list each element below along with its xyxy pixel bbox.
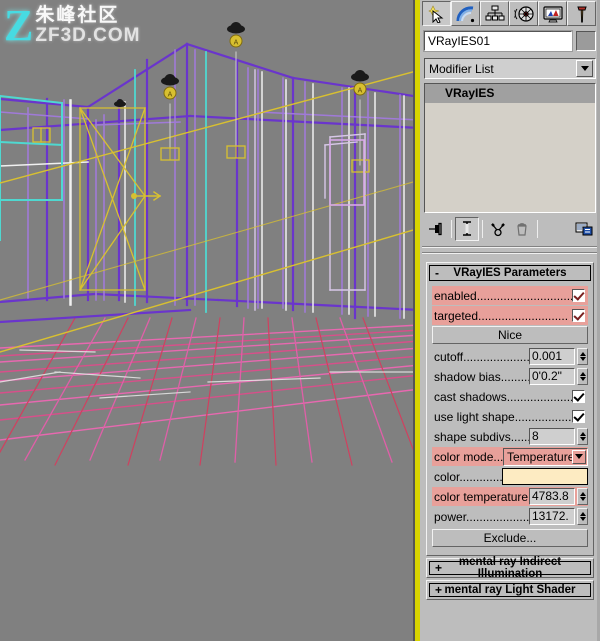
rollout-header-mr-light-shader[interactable]: + mental ray Light Shader xyxy=(429,583,591,597)
rollout-header-mr-indirect[interactable]: + mental ray Indirect Illumination xyxy=(429,556,591,580)
input-power[interactable]: 13172. xyxy=(529,508,575,525)
color-mode-value: Temperature xyxy=(507,449,572,464)
color-mode-arrow[interactable] xyxy=(572,449,586,464)
input-color-temperature[interactable]: 4783.8 xyxy=(529,488,575,505)
command-panel-tabs xyxy=(422,1,598,27)
rollout-toggle-icon-mr-indirect: + xyxy=(435,561,443,575)
motion-wheel-icon xyxy=(513,5,534,22)
rollout-mental-ray-light-shader: + mental ray Light Shader xyxy=(426,580,594,600)
panel-divider-2 xyxy=(422,252,598,254)
rollout-title-text: VRayIES Parameters xyxy=(453,267,567,279)
row-shape-subdivs: shape subdivs........ 8 xyxy=(432,427,588,446)
toolbar-separator-3 xyxy=(537,220,538,238)
row-use-light-shape: use light shape................. xyxy=(432,407,588,426)
checkbox-cast-shadows[interactable] xyxy=(572,390,585,403)
remove-modifier-button[interactable] xyxy=(510,217,534,241)
label-cast-shadows: cast shadows.................... xyxy=(434,389,572,404)
input-shadow-bias[interactable]: 0'0.2" xyxy=(529,368,575,385)
spinner-shape-subdivs[interactable] xyxy=(577,428,588,445)
row-power: power......................... 13172. xyxy=(432,507,588,526)
rollout-toggle-icon: - xyxy=(435,266,439,280)
rollout-toggle-icon-mr-light-shader: + xyxy=(435,583,443,597)
label-shadow-bias: shadow bias.......... xyxy=(434,369,529,384)
label-color-mode: color mode.... xyxy=(434,449,503,464)
show-end-result-icon xyxy=(463,221,471,236)
rollout-mental-ray-indirect-illumination: + mental ray Indirect Illumination xyxy=(426,556,594,580)
label-color-temperature: color temperature.... xyxy=(434,489,529,504)
trash-icon xyxy=(517,222,527,236)
modifier-stack-toolbar xyxy=(424,216,596,242)
exclude-button[interactable]: Exclude... xyxy=(432,529,588,547)
rollout-header-vrayies-parameters[interactable]: - VRayIES Parameters xyxy=(429,265,591,281)
tab-hierarchy[interactable] xyxy=(480,1,509,26)
object-color-swatch[interactable] xyxy=(576,31,596,51)
hammer-icon xyxy=(576,6,587,22)
spinner-color-temperature[interactable] xyxy=(577,488,588,505)
tab-motion[interactable] xyxy=(509,1,538,26)
row-enabled: enabled............................. xyxy=(432,286,588,305)
row-color-mode: color mode.... Temperature xyxy=(432,447,588,466)
dropdown-color-mode[interactable]: Temperature xyxy=(503,447,588,466)
perspective-viewport[interactable]: A A A Z 朱峰社区 ZF3D.COM xyxy=(0,0,420,641)
panel-divider-1 xyxy=(422,246,598,248)
rollout-title-mr-light-shader: mental ray Light Shader xyxy=(444,584,576,596)
make-unique-button[interactable] xyxy=(486,217,510,241)
tab-display[interactable] xyxy=(538,1,567,26)
hierarchy-tree-icon xyxy=(485,5,504,20)
configure-modifier-sets-button[interactable] xyxy=(572,217,596,241)
pin-icon xyxy=(429,222,442,236)
row-cutoff: cutoff.................... 0.001 xyxy=(432,347,588,366)
row-cast-shadows: cast shadows.................... xyxy=(432,387,588,406)
color-swatch[interactable] xyxy=(502,468,588,485)
svg-text:A: A xyxy=(234,40,239,47)
arrow-star-icon xyxy=(427,4,443,23)
object-name-input[interactable]: VRayIES01 xyxy=(423,30,573,52)
checkbox-use-light-shape[interactable] xyxy=(572,410,585,423)
checkbox-enabled[interactable] xyxy=(572,289,585,302)
viewport-wireframe: A A A xyxy=(0,22,420,466)
row-color-temperature: color temperature.... 4783.8 xyxy=(432,487,588,506)
spinner-cutoff[interactable] xyxy=(577,348,588,365)
label-targeted: targeted........................... xyxy=(434,308,569,323)
tab-create[interactable] xyxy=(422,1,451,26)
spinner-shadow-bias[interactable] xyxy=(577,368,588,385)
pin-stack-button[interactable] xyxy=(424,217,448,241)
config-sets-icon xyxy=(575,222,593,236)
label-use-light-shape: use light shape................. xyxy=(434,409,572,424)
label-color: color................. xyxy=(434,469,502,484)
rainbow-arc-icon xyxy=(455,5,474,22)
label-cutoff: cutoff.................... xyxy=(434,349,529,364)
monitor-icon xyxy=(542,5,563,22)
rollout-title-mr-indirect: mental ray Indirect Illumination xyxy=(458,556,562,580)
row-color: color................. xyxy=(432,467,588,486)
rollout-body-vrayies-parameters: enabled............................. tar… xyxy=(427,283,593,555)
toolbar-separator-1 xyxy=(451,220,452,238)
checkbox-targeted[interactable] xyxy=(572,309,585,322)
ies-file-button[interactable]: Nice xyxy=(432,326,588,344)
label-shape-subdivs: shape subdivs........ xyxy=(434,429,529,444)
rollout-vrayies-parameters: - VRayIES Parameters enabled............… xyxy=(426,262,594,556)
object-name-row: VRayIES01 xyxy=(423,30,596,52)
modifier-list-arrow[interactable] xyxy=(576,60,593,77)
row-shadow-bias: shadow bias.......... 0'0.2" xyxy=(432,367,588,386)
input-cutoff[interactable]: 0.001 xyxy=(529,348,575,365)
modifier-list-dropdown[interactable]: Modifier List xyxy=(424,58,596,79)
svg-text:A: A xyxy=(358,88,363,95)
chevron-down-icon xyxy=(580,66,589,71)
label-power: power......................... xyxy=(434,509,529,524)
show-end-result-button[interactable] xyxy=(455,217,479,241)
svg-text:A: A xyxy=(168,92,173,99)
label-enabled: enabled............................. xyxy=(434,288,572,303)
tab-modify[interactable] xyxy=(451,1,480,26)
toolbar-separator-2 xyxy=(482,220,483,238)
stack-item-vrayies[interactable]: VRayIES xyxy=(425,84,595,103)
row-targeted: targeted........................... xyxy=(432,306,588,325)
modifier-list-label: Modifier List xyxy=(429,61,494,76)
tab-utilities[interactable] xyxy=(567,1,596,26)
make-unique-icon xyxy=(491,222,505,236)
modifier-stack[interactable]: VRayIES xyxy=(424,83,596,213)
input-shape-subdivs[interactable]: 8 xyxy=(529,428,575,445)
spinner-power[interactable] xyxy=(577,508,588,525)
command-panel: VRayIES01 Modifier List VRayIES - VRayIE… xyxy=(420,0,600,641)
